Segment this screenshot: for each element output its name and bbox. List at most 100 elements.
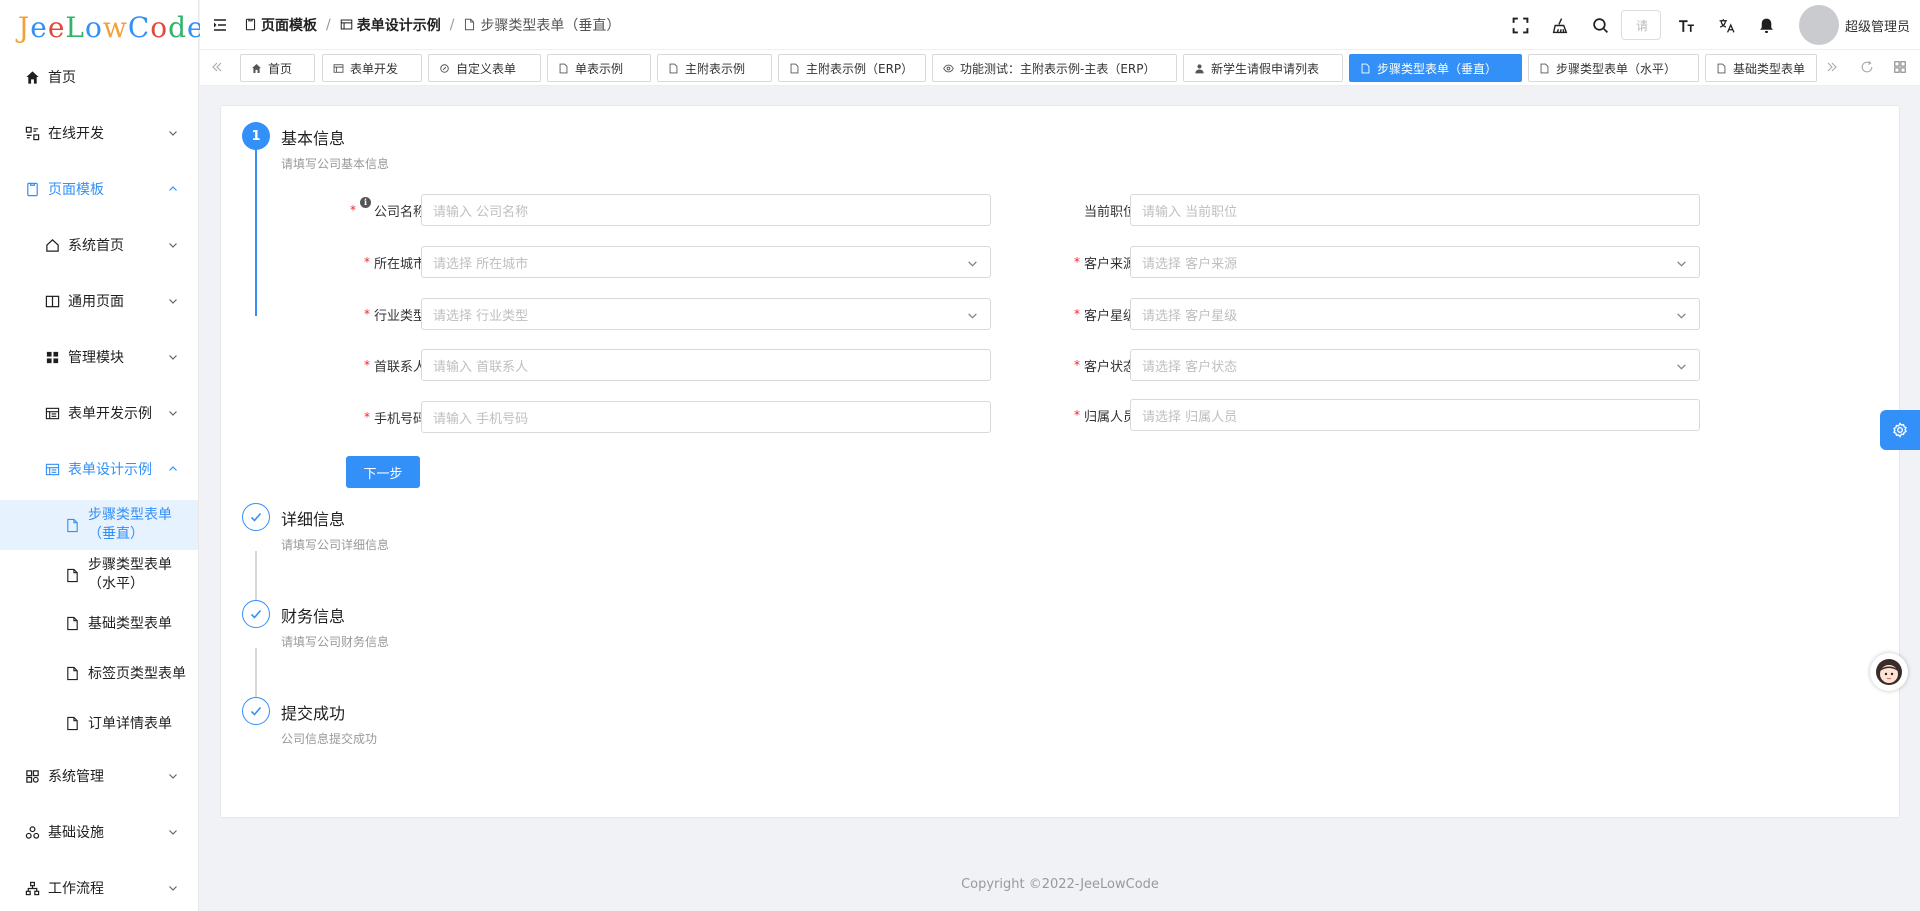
logo-letter: L xyxy=(65,10,85,44)
clear-cache-icon[interactable] xyxy=(1552,16,1570,34)
source-label: * 客户来源 xyxy=(1011,246,1136,278)
notification-bell-icon[interactable] xyxy=(1758,16,1776,34)
sidebar-item-label: 系统首页 xyxy=(68,238,124,254)
sidebar-item-form-dev-examples[interactable]: 表单开发示例 xyxy=(0,388,198,438)
city-select[interactable]: 请选择 所在城市 xyxy=(421,246,991,278)
label-text: 客户状态 xyxy=(1083,359,1136,375)
star-select[interactable]: 请选择 客户星级 xyxy=(1130,298,1700,330)
sidebar-item-label: 表单开发示例 xyxy=(68,406,152,422)
step-2-desc: 请填写公司详细信息 xyxy=(281,538,390,552)
sidebar: JeeLowCode 首页 在线开发 页面模板 系统首页 通用页面 管理模块 表… xyxy=(0,0,204,911)
tab-scroll-right-icon[interactable] xyxy=(1817,52,1847,82)
top-header: 页面模板 / 表单设计示例 / 步骤类型表单（垂直） 请 超级管理员 xyxy=(200,0,1920,50)
settings-drawer-button[interactable] xyxy=(1880,410,1920,450)
sidebar-item-system-home[interactable]: 系统首页 xyxy=(0,220,198,270)
font-size-icon[interactable] xyxy=(1678,16,1696,34)
label-line2: （水平） xyxy=(88,576,144,592)
tab-basic-form[interactable]: 基础类型表单 xyxy=(1705,54,1817,82)
search-icon[interactable] xyxy=(1592,16,1610,34)
logo[interactable]: JeeLowCode xyxy=(0,0,204,54)
chevron-down-icon xyxy=(968,261,977,267)
tab-label: 表单开发 xyxy=(350,61,399,76)
label-text: 客户星级 xyxy=(1083,308,1136,324)
breadcrumb-separator: / xyxy=(449,16,455,33)
form-icon xyxy=(44,461,60,477)
chevron-down-icon xyxy=(169,243,177,248)
sidebar-item-form-design-examples[interactable]: 表单设计示例 xyxy=(0,444,198,494)
label-text: 公司名称 xyxy=(373,204,426,220)
label-line1: 步骤类型表单 xyxy=(88,557,172,573)
home-icon xyxy=(252,63,261,73)
sidebar-item-system-admin[interactable]: 系统管理 xyxy=(0,751,198,801)
phone-input[interactable]: 请输入 手机号码 xyxy=(421,401,991,433)
label-text: 手机号码 xyxy=(373,411,426,427)
translate-icon[interactable] xyxy=(1718,16,1736,34)
file-icon xyxy=(64,517,80,533)
tab-student-leave[interactable]: 新学生请假申请列表 xyxy=(1183,54,1343,82)
search-input[interactable]: 请 xyxy=(1620,10,1661,40)
tab-form-dev[interactable]: 表单开发 xyxy=(322,54,422,82)
star-label: * 客户星级 xyxy=(1011,298,1136,330)
file-icon xyxy=(64,567,80,583)
contact-input[interactable]: 请输入 首联系人 xyxy=(421,349,991,381)
logo-letter: o xyxy=(84,10,103,44)
required-mark: * xyxy=(1073,255,1080,269)
tab-step-form-vertical[interactable]: 步骤类型表单（垂直） xyxy=(1349,54,1522,82)
form-icon xyxy=(333,63,344,73)
fullscreen-icon[interactable] xyxy=(1512,16,1530,34)
sidebar-item-tab-form[interactable]: 标签页类型表单 xyxy=(0,648,198,698)
tab-step-form-horizontal[interactable]: 步骤类型表单（水平） xyxy=(1528,54,1699,82)
info-icon[interactable]: i xyxy=(359,196,371,208)
username[interactable]: 超级管理员 xyxy=(1845,16,1910,35)
sidebar-item-basic-form[interactable]: 基础类型表单 xyxy=(0,598,198,648)
sidebar-item-home[interactable]: 首页 xyxy=(0,52,198,102)
avatar[interactable] xyxy=(1798,5,1839,45)
source-select[interactable]: 请选择 客户来源 xyxy=(1130,246,1700,278)
chevron-up-icon xyxy=(169,466,177,471)
tab-menu-icon[interactable] xyxy=(1885,52,1915,82)
sidebar-item-workflow[interactable]: 工作流程 xyxy=(0,863,198,911)
industry-select[interactable]: 请选择 行业类型 xyxy=(421,298,991,330)
required-mark: * xyxy=(1073,408,1080,422)
sidebar-item-common-pages[interactable]: 通用页面 xyxy=(0,276,198,326)
tab-scroll-left-icon[interactable] xyxy=(202,52,232,82)
tab-single-table[interactable]: 单表示例 xyxy=(547,54,651,82)
sidebar-item-online-dev[interactable]: 在线开发 xyxy=(0,108,198,158)
file-icon xyxy=(1717,63,1726,73)
sidebar-item-management[interactable]: 管理模块 xyxy=(0,332,198,382)
tab-master-detail[interactable]: 主附表示例 xyxy=(657,54,772,82)
chevron-up-icon xyxy=(169,186,177,191)
menu-toggle-icon[interactable] xyxy=(212,17,228,33)
tab-label: 首页 xyxy=(268,61,293,76)
status-select[interactable]: 请选择 客户状态 xyxy=(1130,349,1700,381)
file-icon xyxy=(465,18,475,31)
required-mark: * xyxy=(363,255,370,269)
tab-label: 主附表示例 xyxy=(685,61,746,76)
sidebar-item-step-form-vertical[interactable]: 步骤类型表单 （垂直） xyxy=(0,500,198,550)
next-step-button[interactable]: 下一步 xyxy=(346,456,420,488)
sidebar-item-order-detail-form[interactable]: 订单详情表单 xyxy=(0,698,198,748)
company-name-input[interactable]: 请输入 公司名称 xyxy=(421,194,991,226)
tab-custom-form[interactable]: 自定义表单 xyxy=(428,54,541,82)
label-text: 客户来源 xyxy=(1083,256,1136,272)
label-text: 所在城市 xyxy=(373,256,426,272)
sidebar-item-infrastructure[interactable]: 基础设施 xyxy=(0,807,198,857)
owner-input[interactable]: 请选择 归属人员 xyxy=(1130,399,1700,431)
breadcrumb-separator: / xyxy=(326,16,331,33)
tab-home[interactable]: 首页 xyxy=(240,54,315,82)
position-input[interactable]: 请输入 当前职位 xyxy=(1130,194,1700,226)
sidebar-item-page-templates[interactable]: 页面模板 xyxy=(0,164,198,214)
logo-letter: J xyxy=(18,10,31,44)
check-icon xyxy=(250,609,262,619)
assistant-avatar[interactable] xyxy=(1870,653,1908,691)
breadcrumb-item[interactable]: 页面模板 xyxy=(244,15,317,35)
breadcrumb-item[interactable]: 表单设计示例 xyxy=(340,15,441,35)
tab-master-detail-erp[interactable]: 主附表示例（ERP） xyxy=(778,54,926,82)
flow-icon xyxy=(24,880,40,896)
logo-letter: w xyxy=(102,10,128,44)
tab-function-test[interactable]: 功能测试：主附表示例-主表（ERP） xyxy=(932,54,1177,82)
refresh-icon[interactable] xyxy=(1852,52,1882,82)
step-3-desc: 请填写公司财务信息 xyxy=(281,635,390,649)
step-connector xyxy=(255,648,257,698)
sidebar-item-step-form-horizontal[interactable]: 步骤类型表单 （水平） xyxy=(0,550,198,600)
